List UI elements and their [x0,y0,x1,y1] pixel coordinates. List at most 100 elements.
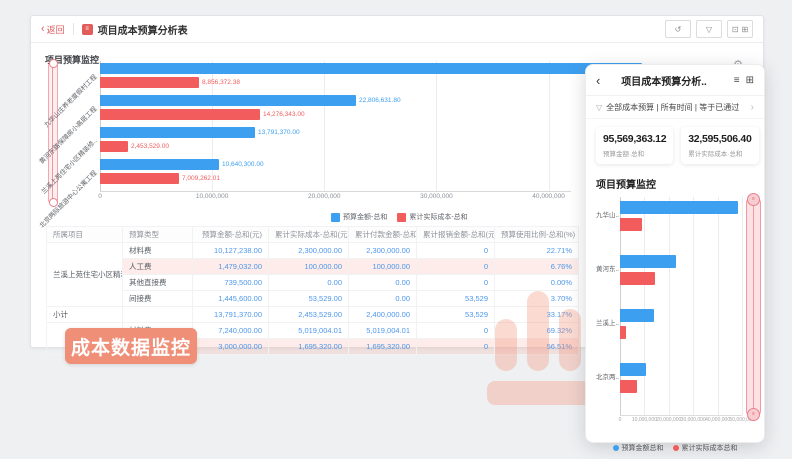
window-toolbar: ‹ 返回 ≡ 项目成本预算分析表 ↺ ▽ ⊡ ⊞ [31,16,763,43]
bar-actual[interactable] [100,109,260,120]
table-header-cell: 累计报销金额-总和(元) [417,227,495,243]
value-cell: 5,019,004.01 [269,323,349,339]
legend-label: 累计实际成本总和 [682,443,738,453]
table-header-cell: 预算类型 [123,227,193,243]
stat-card-budget[interactable]: 95,569,363.12 预算金额·总和 [596,127,673,164]
value-cell: 6.76% [495,259,579,275]
table-header-cell: 预算使用比例-总和(%) [495,227,579,243]
bar-actual[interactable] [620,380,637,393]
bar-value-label: 10,640,300.00 [222,159,264,170]
mobile-header: ‹ 项目成本预算分析.. ≡ ⊞ [586,65,764,96]
value-cell: 2,400,000.00 [349,307,417,323]
table-row[interactable]: 其他直接费739,500.000.000.0000.00% [47,275,579,291]
table-header-cell: 累计实际成本-总和(元) [269,227,349,243]
legend-swatch-red [397,213,406,222]
filter-button[interactable]: ▽ [696,20,722,38]
bar-budget[interactable] [100,95,356,106]
list-view-icon[interactable]: ≡ [734,75,740,86]
export-grid-icon: ⊞ [742,25,749,34]
table-row[interactable]: 人工费1,479,032.00100,000.00100,000.0006.76… [47,259,579,275]
stat-value: 32,595,506.40 [688,133,751,145]
category-label: 九华山.. [596,209,619,219]
value-cell: 0 [417,243,495,259]
bar-actual[interactable] [620,272,655,285]
report-app-icon: ≡ [82,24,93,35]
grid-view-icon[interactable]: ⊞ [746,75,754,86]
slider-top-handle[interactable] [49,59,58,68]
share-button[interactable]: ↺ [665,20,691,38]
legend-item-actual[interactable]: 累计实际成本总和 [673,443,738,453]
stat-value: 95,569,363.12 [603,133,666,145]
chevron-right-icon: › [751,102,754,113]
bar-budget[interactable] [620,255,676,268]
bar-value-label: 22,806,631.80 [359,95,401,106]
budget-type-cell: 材料费 [123,243,193,259]
mobile-title: 项目成本预算分析.. [600,73,727,88]
value-cell: 7,240,000.00 [193,323,269,339]
legend-item-budget[interactable]: 预算金额-总和 [331,212,387,222]
mobile-preview-panel: ‹ 项目成本预算分析.. ≡ ⊞ ▽ 全部成本预算 | 所有时间 | 等于已通过… [585,64,765,443]
value-cell: 1,695,320.00 [269,339,349,355]
filter-icon: ▽ [706,25,712,34]
funnel-icon: ▽ [596,103,602,112]
bar-budget[interactable] [100,63,642,74]
project-cell: 小计 [47,307,123,323]
legend-item-budget[interactable]: 预算金额总和 [613,443,664,453]
value-cell: 3.70% [495,291,579,307]
legend-label: 累计实际成本-总和 [409,212,467,222]
gridline [436,61,437,191]
legend-label: 预算金额总和 [622,443,664,453]
axis-tick-label: 20,000,000 [308,193,341,200]
table-row[interactable]: 间接费1,445,600.0053,529.000.0053,5293.70% [47,291,579,307]
category-label: 黄河东.. [596,263,619,273]
back-chevron-icon: ‹ [41,25,45,34]
table-row[interactable]: 小计13,791,370.002,453,529.002,400,000.005… [47,307,579,323]
value-cell: 1,445,600.00 [193,291,269,307]
mobile-datazoom-slider[interactable]: ≡ ≡ [746,197,761,417]
stat-card-actual[interactable]: 32,595,506.40 累计实际成本·总和 [681,127,758,164]
bar-value-label: 2,453,529.00 [131,141,169,152]
bar-budget[interactable] [100,127,255,138]
mobile-filter-bar[interactable]: ▽ 全部成本预算 | 所有时间 | 等于已通过 › [586,96,764,119]
slider-bottom-handle[interactable]: ≡ [747,408,760,421]
budget-bar-chart: 010,000,00020,000,00030,000,00040,000,00… [100,61,571,192]
value-cell: 56.51% [495,339,579,355]
table-header-cell: 累计付款金额-总和(元) [349,227,417,243]
bar-actual[interactable] [100,141,128,152]
bar-budget[interactable] [620,201,738,214]
cost-monitor-chip: 成本数据监控 [65,328,197,364]
bar-actual[interactable] [100,77,199,88]
bar-value-label: 7,009,262.01 [182,173,220,184]
legend-dot-red [673,445,679,451]
bar-budget[interactable] [100,159,219,170]
bar-actual[interactable] [100,173,179,184]
export-button[interactable]: ⊡ ⊞ [727,20,753,38]
value-cell: 1,479,032.00 [193,259,269,275]
bar-budget[interactable] [620,363,646,376]
value-cell: 10,127,238.00 [193,243,269,259]
value-cell: 0.00 [349,291,417,307]
axis-tick-label: 40,000,000 [532,193,565,200]
axis-tick-label: 30,000,000 [681,417,706,423]
gridline [693,197,694,415]
legend-item-actual[interactable]: 累计实际成本-总和 [397,212,467,222]
value-cell: 3,000,000.00 [193,339,269,355]
bar-value-label: 14,276,343.00 [263,109,305,120]
screenshot-stage: ‹ 返回 ≡ 项目成本预算分析表 ↺ ▽ ⊡ ⊞ 项目预算监控 ⚙ [0,0,792,459]
slider-track-line [753,204,754,410]
bar-actual[interactable] [620,326,626,339]
slider-top-handle[interactable]: ≡ [747,193,760,206]
back-button[interactable]: ‹ 返回 [41,23,65,36]
legend-swatch-blue [331,213,340,222]
legend-dot-blue [613,445,619,451]
table-row[interactable]: 兰溪上苑住宅小区精装修第...材料费10,127,238.002,300,000… [47,243,579,259]
bar-budget[interactable] [620,309,654,322]
value-cell: 0.00% [495,275,579,291]
bar-actual[interactable] [620,218,642,231]
axis-tick-label: 40,000,000 [705,417,730,423]
budget-type-cell: 间接费 [123,291,193,307]
category-label: 北京两际旅游中心公寓工程 [36,167,98,229]
value-cell: 69.32% [495,323,579,339]
value-cell: 5,019,004.01 [349,323,417,339]
value-cell: 33.17% [495,307,579,323]
